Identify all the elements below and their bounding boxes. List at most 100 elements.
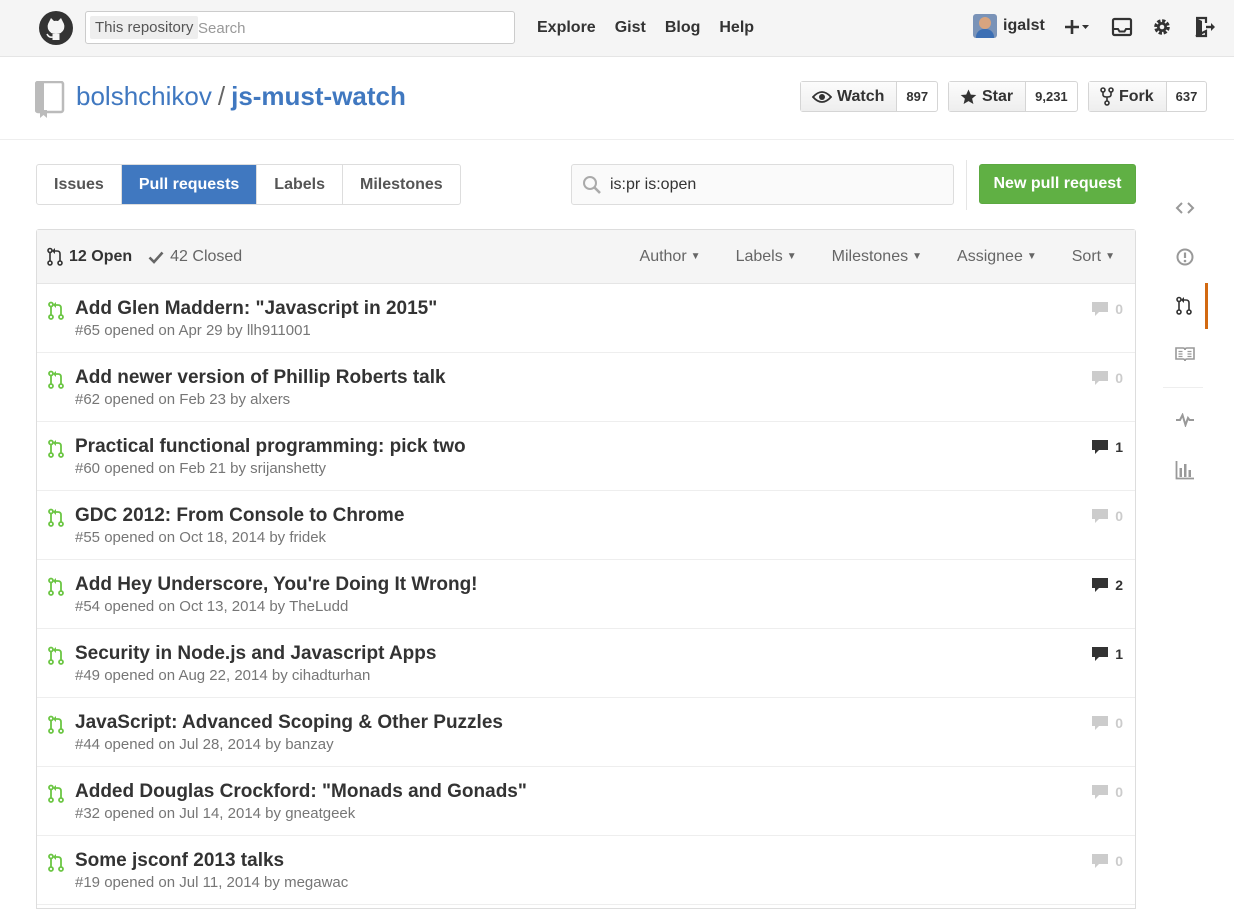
fork-count[interactable]: 637: [1167, 82, 1207, 111]
pull-request-number: #44: [75, 736, 101, 753]
comment-count[interactable]: 0: [1091, 853, 1123, 869]
issue-filter-input[interactable]: [608, 171, 942, 199]
comment-count[interactable]: 2: [1091, 577, 1123, 593]
labels-filter[interactable]: Labels ▼: [736, 248, 797, 266]
issue-icon: [1176, 248, 1194, 266]
comment-count-value: 0: [1115, 508, 1123, 524]
comment-count[interactable]: 0: [1091, 715, 1123, 731]
pull-request-number: #60: [75, 460, 101, 477]
table-row: Added Douglas Crockford: "Monads and Gon…: [37, 767, 1135, 836]
pull-request-title[interactable]: Add newer version of Phillip Roberts tal…: [75, 367, 446, 389]
side-nav-pulse[interactable]: [1163, 397, 1207, 443]
pull-request-author[interactable]: gneatgeek: [285, 805, 355, 822]
pull-request-title[interactable]: Security in Node.js and Javascript Apps: [75, 643, 436, 665]
pull-request-author[interactable]: llh911001: [247, 322, 311, 339]
pull-request-title[interactable]: Practical functional programming: pick t…: [75, 436, 466, 458]
star-count[interactable]: 9,231: [1026, 82, 1077, 111]
repo-name-link[interactable]: js-must-watch: [231, 81, 406, 111]
tab-issues[interactable]: Issues: [37, 165, 122, 204]
comment-icon: [1092, 647, 1109, 661]
sign-out-icon[interactable]: [1193, 16, 1217, 38]
pull-request-author[interactable]: alxers: [250, 391, 290, 408]
user-menu[interactable]: igalst: [973, 14, 1045, 38]
pull-request-opened: opened on Jul 28, 2014 by: [104, 736, 282, 753]
open-pull-request-icon: [48, 646, 64, 671]
pull-request-author[interactable]: TheLudd: [289, 598, 348, 615]
graph-icon: [1175, 461, 1194, 480]
comment-count-value: 0: [1115, 301, 1123, 317]
tab-milestones[interactable]: Milestones: [343, 165, 460, 204]
labels-filter-label: Labels: [735, 247, 783, 265]
pull-request-opened: opened on Jul 14, 2014 by: [104, 805, 282, 822]
sort-filter[interactable]: Sort ▼: [1072, 248, 1115, 266]
pull-request-author[interactable]: cihadturhan: [292, 667, 370, 684]
sort-filter-label: Sort: [1071, 247, 1102, 265]
watch-group: Watch 897: [800, 81, 939, 112]
side-nav-graphs[interactable]: [1163, 447, 1207, 493]
create-new-icon[interactable]: [1064, 16, 1092, 38]
comment-icon: [1092, 854, 1109, 868]
pull-request-title[interactable]: JavaScript: Advanced Scoping & Other Puz…: [75, 712, 503, 734]
assignee-filter[interactable]: Assignee ▼: [957, 248, 1037, 266]
side-nav-wiki[interactable]: [1163, 331, 1207, 377]
nav-blog[interactable]: Blog: [665, 19, 701, 37]
milestones-filter[interactable]: Milestones ▼: [832, 248, 922, 266]
comment-count[interactable]: 0: [1091, 508, 1123, 524]
comment-icon: [1092, 509, 1109, 523]
new-pull-request-button[interactable]: New pull request: [979, 164, 1136, 204]
settings-gear-icon[interactable]: [1151, 16, 1173, 38]
chevron-down-icon: ▼: [786, 250, 797, 262]
watch-count[interactable]: 897: [897, 82, 937, 111]
pull-request-title[interactable]: Some jsconf 2013 talks: [75, 850, 284, 872]
nav-help[interactable]: Help: [719, 19, 754, 37]
closed-filter[interactable]: 42 Closed: [148, 248, 242, 266]
avatar: [973, 14, 997, 38]
pull-request-icon: [47, 247, 63, 266]
github-octocat-icon[interactable]: [38, 10, 74, 46]
pull-request-author[interactable]: srijanshetty: [250, 460, 326, 477]
notifications-inbox-icon[interactable]: [1111, 16, 1133, 38]
pull-request-meta: #44 opened on Jul 28, 2014 by banzay: [75, 736, 334, 753]
pull-request-author[interactable]: banzay: [285, 736, 333, 753]
pull-request-title[interactable]: Add Glen Maddern: "Javascript in 2015": [75, 298, 437, 320]
closed-count: 42 Closed: [170, 247, 243, 265]
chevron-down-icon: ▼: [912, 250, 923, 262]
site-search[interactable]: This repository: [85, 11, 515, 44]
comment-count[interactable]: 0: [1091, 784, 1123, 800]
repo-path-separator: /: [217, 81, 226, 111]
issue-filter-field[interactable]: [571, 164, 954, 205]
pull-request-author[interactable]: fridek: [289, 529, 326, 546]
pull-request-meta: #65 opened on Apr 29 by llh911001: [75, 322, 311, 339]
side-nav-code[interactable]: [1163, 185, 1207, 231]
watch-button[interactable]: Watch: [801, 82, 898, 111]
side-nav-issues[interactable]: [1163, 234, 1207, 280]
comment-count[interactable]: 0: [1091, 370, 1123, 386]
tab-pull-requests[interactable]: Pull requests: [121, 165, 258, 204]
comment-icon: [1092, 578, 1109, 592]
pull-request-opened: opened on Oct 18, 2014 by: [104, 529, 286, 546]
nav-explore[interactable]: Explore: [537, 19, 596, 37]
table-row: Add Glen Maddern: "Javascript in 2015" #6…: [37, 284, 1135, 353]
repo-owner-link[interactable]: bolshchikov: [76, 81, 212, 111]
star-button[interactable]: Star: [949, 82, 1027, 111]
pull-request-number: #32: [75, 805, 101, 822]
repo-title: bolshchikov / js-must-watch: [76, 81, 406, 112]
nav-gist[interactable]: Gist: [615, 19, 646, 37]
open-pull-request-icon: [48, 439, 64, 464]
pull-request-author[interactable]: megawac: [284, 874, 348, 891]
comment-count-value: 1: [1115, 439, 1123, 455]
side-nav-pull-requests[interactable]: [1163, 283, 1208, 329]
fork-button[interactable]: Fork: [1089, 82, 1167, 111]
search-input[interactable]: [196, 13, 510, 43]
pull-request-title[interactable]: GDC 2012: From Console to Chrome: [75, 505, 404, 527]
author-filter-label: Author: [639, 247, 687, 265]
comment-count[interactable]: 1: [1091, 646, 1123, 662]
open-pull-request-icon: [48, 301, 64, 326]
pull-request-title[interactable]: Add Hey Underscore, You're Doing It Wron…: [75, 574, 478, 596]
comment-count[interactable]: 1: [1091, 439, 1123, 455]
open-filter[interactable]: 12 Open: [47, 247, 132, 267]
pull-request-title[interactable]: Added Douglas Crockford: "Monads and Gon…: [75, 781, 527, 803]
comment-count[interactable]: 0: [1091, 301, 1123, 317]
tab-labels[interactable]: Labels: [257, 165, 343, 204]
author-filter[interactable]: Author ▼: [640, 248, 701, 266]
